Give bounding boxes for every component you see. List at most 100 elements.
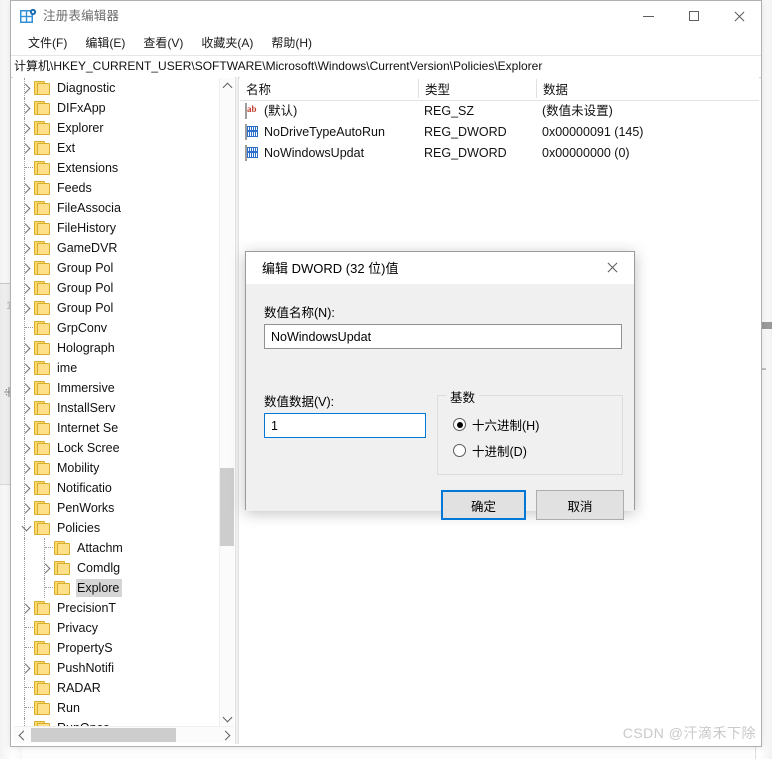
- value-row[interactable]: NoDriveTypeAutoRun REG_DWORD 0x00000091 (1…: [240, 122, 759, 143]
- chevron-right-icon[interactable]: [18, 398, 34, 418]
- tree-item-ime[interactable]: ime: [14, 358, 219, 378]
- radio-decimal[interactable]: 十进制(D): [453, 441, 527, 460]
- tree-item-difxapp[interactable]: DIFxApp: [14, 98, 219, 118]
- tree-item-pushnotifi[interactable]: PushNotifi: [14, 658, 219, 678]
- address-bar[interactable]: 计算机\HKEY_CURRENT_USER\SOFTWARE\Microsoft…: [11, 55, 761, 78]
- chevron-right-icon[interactable]: [18, 598, 34, 618]
- value-row[interactable]: NoWindowsUpdat REG_DWORD 0x00000000 (0): [240, 143, 759, 164]
- tree-item-extensions[interactable]: Extensions: [14, 158, 219, 178]
- folder-icon: [34, 501, 51, 515]
- tree-item-propertys[interactable]: PropertyS: [14, 638, 219, 658]
- tree-scroll-down-button[interactable]: [220, 710, 234, 726]
- values-list-body[interactable]: (默认) REG_SZ (数值未设置) NoDriveTypeAutoRun REG_D…: [240, 101, 759, 164]
- chevron-right-icon[interactable]: [18, 178, 34, 198]
- pane-splitter[interactable]: [235, 77, 239, 744]
- menu-favorites[interactable]: 收藏夹(A): [192, 33, 262, 53]
- tree-item-attachm[interactable]: Attachm: [14, 538, 219, 558]
- chevron-right-icon[interactable]: [18, 118, 34, 138]
- column-header-type[interactable]: 类型: [419, 77, 536, 100]
- tree-leaf-connector-icon: [18, 618, 34, 638]
- tree-item-feeds[interactable]: Feeds: [14, 178, 219, 198]
- tree-item-filehistory[interactable]: FileHistory: [14, 218, 219, 238]
- chevron-right-icon[interactable]: [18, 238, 34, 258]
- tree-item-immersive[interactable]: Immersive: [14, 378, 219, 398]
- tree-item-comdlg[interactable]: Comdlg: [14, 558, 219, 578]
- tree-item-installserv[interactable]: InstallServ: [14, 398, 219, 418]
- chevron-right-icon[interactable]: [18, 358, 34, 378]
- value-name-input-text: NoWindowsUpdat: [271, 329, 372, 344]
- chevron-down-icon[interactable]: [18, 518, 34, 538]
- tree-item-mobility[interactable]: Mobility: [14, 458, 219, 478]
- tree-item-group-pol[interactable]: Group Pol: [14, 298, 219, 318]
- chevron-right-icon[interactable]: [18, 498, 34, 518]
- chevron-right-icon[interactable]: [18, 258, 34, 278]
- column-header-name[interactable]: 名称: [240, 77, 418, 100]
- tree-item-lock-scree[interactable]: Lock Scree: [14, 438, 219, 458]
- tree-item-explore[interactable]: Explore: [14, 578, 219, 598]
- chevron-right-icon[interactable]: [18, 298, 34, 318]
- tree-item-label: RunOnce: [56, 719, 113, 726]
- menu-edit[interactable]: 编辑(E): [76, 33, 134, 53]
- maximize-button[interactable]: [671, 1, 716, 31]
- chevron-right-icon[interactable]: [18, 278, 34, 298]
- window-titlebar[interactable]: 注册表编辑器: [11, 1, 761, 33]
- chevron-right-icon[interactable]: [18, 338, 34, 358]
- radio-hexadecimal[interactable]: 十六进制(H): [453, 415, 539, 434]
- close-button[interactable]: [716, 1, 761, 31]
- chevron-right-icon[interactable]: [18, 138, 34, 158]
- tree-item-penworks[interactable]: PenWorks: [14, 498, 219, 518]
- tree-item-internet-se[interactable]: Internet Se: [14, 418, 219, 438]
- tree-horizontal-scroll-thumb[interactable]: [31, 728, 176, 742]
- menu-file[interactable]: 文件(F): [19, 33, 76, 53]
- dialog-close-button[interactable]: [589, 252, 634, 283]
- tree-scroll-up-button[interactable]: [220, 78, 234, 94]
- tree-item-ext[interactable]: Ext: [14, 138, 219, 158]
- tree-horizontal-scrollbar[interactable]: [14, 726, 234, 743]
- registry-tree[interactable]: Diagnostic DIFxApp Explorer Ext Extensions Fe…: [14, 78, 219, 726]
- chevron-right-icon[interactable]: [18, 658, 34, 678]
- tree-item-group-pol[interactable]: Group Pol: [14, 278, 219, 298]
- tree-item-grpconv[interactable]: GrpConv: [14, 318, 219, 338]
- tree-vertical-scroll-thumb[interactable]: [220, 468, 234, 546]
- tree-item-precisiont[interactable]: PrecisionT: [14, 598, 219, 618]
- tree-item-radar[interactable]: RADAR: [14, 678, 219, 698]
- chevron-right-icon[interactable]: [18, 198, 34, 218]
- chevron-right-icon[interactable]: [18, 78, 34, 98]
- chevron-glyph: [20, 423, 30, 433]
- menu-help[interactable]: 帮助(H): [262, 33, 321, 53]
- tree-item-run[interactable]: Run: [14, 698, 219, 718]
- tree-item-holograph[interactable]: Holograph: [14, 338, 219, 358]
- tree-item-policies[interactable]: Policies: [14, 518, 219, 538]
- menu-view[interactable]: 查看(V): [134, 33, 192, 53]
- value-row[interactable]: (默认) REG_SZ (数值未设置): [240, 101, 759, 122]
- tree-scroll-left-button[interactable]: [14, 727, 30, 743]
- folder-icon: [34, 301, 51, 315]
- tree-scroll-right-button[interactable]: [218, 727, 234, 743]
- value-data-input[interactable]: 1: [264, 413, 426, 438]
- tree-item-gamedvr[interactable]: GameDVR: [14, 238, 219, 258]
- chevron-right-icon[interactable]: [18, 98, 34, 118]
- tree-item-explorer[interactable]: Explorer: [14, 118, 219, 138]
- tree-item-privacy[interactable]: Privacy: [14, 618, 219, 638]
- ok-button[interactable]: 确定: [441, 490, 526, 520]
- tree-item-diagnostic[interactable]: Diagnostic: [14, 78, 219, 98]
- column-header-data[interactable]: 数据: [537, 77, 759, 100]
- chevron-right-icon[interactable]: [38, 558, 54, 578]
- tree-item-runonce[interactable]: RunOnce: [14, 718, 219, 726]
- tree-item-notificatio[interactable]: Notificatio: [14, 478, 219, 498]
- value-name-input[interactable]: NoWindowsUpdat: [264, 324, 622, 349]
- dialog-titlebar[interactable]: 编辑 DWORD (32 位)值: [246, 252, 634, 284]
- tree-item-fileassocia[interactable]: FileAssocia: [14, 198, 219, 218]
- tree-vertical-scrollbar[interactable]: [219, 78, 234, 726]
- minimize-button[interactable]: [626, 1, 671, 31]
- chevron-right-icon[interactable]: [18, 458, 34, 478]
- folder-icon: [34, 621, 51, 635]
- cancel-button[interactable]: 取消: [536, 490, 624, 520]
- chevron-right-icon[interactable]: [18, 378, 34, 398]
- chevron-right-icon[interactable]: [18, 438, 34, 458]
- chevron-right-icon[interactable]: [18, 418, 34, 438]
- chevron-glyph: [20, 103, 30, 113]
- chevron-right-icon[interactable]: [18, 218, 34, 238]
- tree-item-group-pol[interactable]: Group Pol: [14, 258, 219, 278]
- chevron-right-icon[interactable]: [18, 478, 34, 498]
